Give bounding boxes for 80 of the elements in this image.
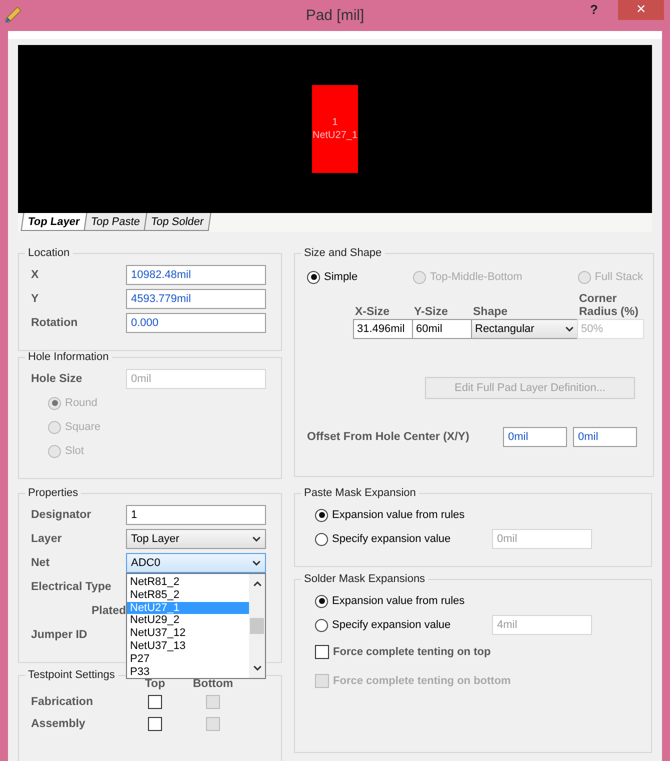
caret-icon (252, 536, 261, 542)
group-title: Hole Information (27, 351, 110, 363)
input-field[interactable]: 1 (126, 505, 266, 525)
group-title: Size and Shape (303, 247, 383, 259)
group-title: Properties (27, 487, 80, 499)
field-label: Rotation (31, 317, 79, 329)
layer-tab[interactable]: Top Layer (20, 213, 88, 231)
input-field[interactable]: 10982.48mil (126, 265, 266, 285)
column-header: Shape (472, 306, 509, 319)
layer-tab[interactable]: Top Solder (143, 213, 211, 231)
radio-button[interactable] (315, 618, 328, 632)
input-field[interactable]: 0mil (573, 427, 637, 447)
radio-label: Specify expansion value (332, 533, 452, 545)
dropdown-option[interactable]: NetR81_2 (127, 576, 249, 589)
ruler-pencil-icon (4, 6, 22, 24)
radio-button[interactable] (315, 532, 328, 546)
pad-designator: 1 (332, 116, 338, 129)
field-label: Y (31, 293, 40, 305)
column-header: Y-Size (413, 306, 449, 319)
group-title: Paste Mask Expansion (303, 487, 417, 499)
caret-icon (565, 326, 574, 332)
group-title: Testpoint Settings (27, 669, 116, 681)
column-header: X-Size (354, 306, 391, 319)
column-header: Bottom (192, 678, 234, 691)
checkbox-label: Force complete tenting on top (333, 646, 491, 658)
dropdown-option[interactable]: P33 (127, 666, 249, 678)
row-label: Fabrication (31, 696, 94, 708)
field-label: Net (31, 557, 51, 569)
field-label: Electrical Type (31, 581, 112, 593)
radio-label: Simple (324, 271, 358, 283)
radio-label: Expansion value from rules (332, 509, 466, 521)
radio-label: Square (65, 421, 100, 433)
input-field[interactable]: 4593.779mil (126, 289, 266, 309)
radio-button[interactable] (307, 270, 320, 284)
radio-label: Specify expansion value (332, 619, 452, 631)
dropdown-option[interactable]: NetU37_13 (127, 640, 249, 653)
scrollbar[interactable] (249, 574, 265, 678)
dropdown-option[interactable]: NetU29_2 (127, 614, 249, 628)
input-field[interactable]: 60mil (412, 319, 472, 339)
row-label: Assembly (31, 718, 86, 730)
field-label: Hole Size (31, 373, 84, 385)
scroll-thumb[interactable] (250, 618, 264, 634)
layer-dropdown[interactable]: Top Layer (126, 529, 266, 549)
help-button[interactable]: ? (584, 2, 604, 16)
field-label: Plated (90, 605, 127, 617)
radio-button[interactable] (315, 594, 328, 608)
column-header: Top (144, 678, 166, 691)
field-label: Designator (31, 509, 92, 521)
dropdown-option[interactable]: NetR85_2 (127, 588, 249, 602)
field-label: Jumper ID (31, 629, 88, 641)
close-button[interactable]: × (618, 0, 664, 20)
pad-net: NetU27_1 (312, 129, 358, 142)
radio-label: Round (65, 397, 98, 409)
layer-tab[interactable]: Top Paste (84, 213, 147, 231)
field-label: X (31, 269, 40, 281)
input-field[interactable]: 0.000 (126, 313, 266, 333)
column-header: Corner Radius (%) (578, 293, 640, 319)
radio-label: Slot (65, 445, 84, 457)
input-field[interactable]: 0mil (503, 427, 567, 447)
shape-dropdown[interactable]: Rectangular (471, 319, 578, 339)
window-title: Pad [mil] (306, 6, 364, 24)
input-field[interactable]: 31.496mil (353, 319, 413, 339)
dropdown-option[interactable]: NetU37_12 (127, 627, 249, 640)
group-title: Solder Mask Expansions (303, 573, 426, 585)
checkbox[interactable] (148, 695, 162, 709)
radio-label: Full Stack (594, 271, 643, 283)
scroll-down-icon[interactable] (252, 665, 262, 672)
group-title: Location (27, 247, 71, 259)
radio-label: Expansion value from rules (332, 595, 466, 607)
scroll-up-icon[interactable] (252, 580, 262, 587)
net-dropdown[interactable]: ADC0 (126, 553, 266, 573)
field-label: Offset From Hole Center (X/Y) (307, 431, 470, 443)
radio-label: Top-Middle-Bottom (430, 271, 522, 283)
checkbox[interactable] (148, 717, 162, 731)
radio-button[interactable] (315, 508, 328, 522)
checkbox-label: Force complete tenting on bottom (333, 674, 511, 686)
checkbox[interactable] (315, 644, 329, 658)
caret-icon (252, 560, 261, 566)
field-label: Layer (31, 533, 63, 545)
dropdown-option[interactable]: P27 (127, 652, 249, 666)
